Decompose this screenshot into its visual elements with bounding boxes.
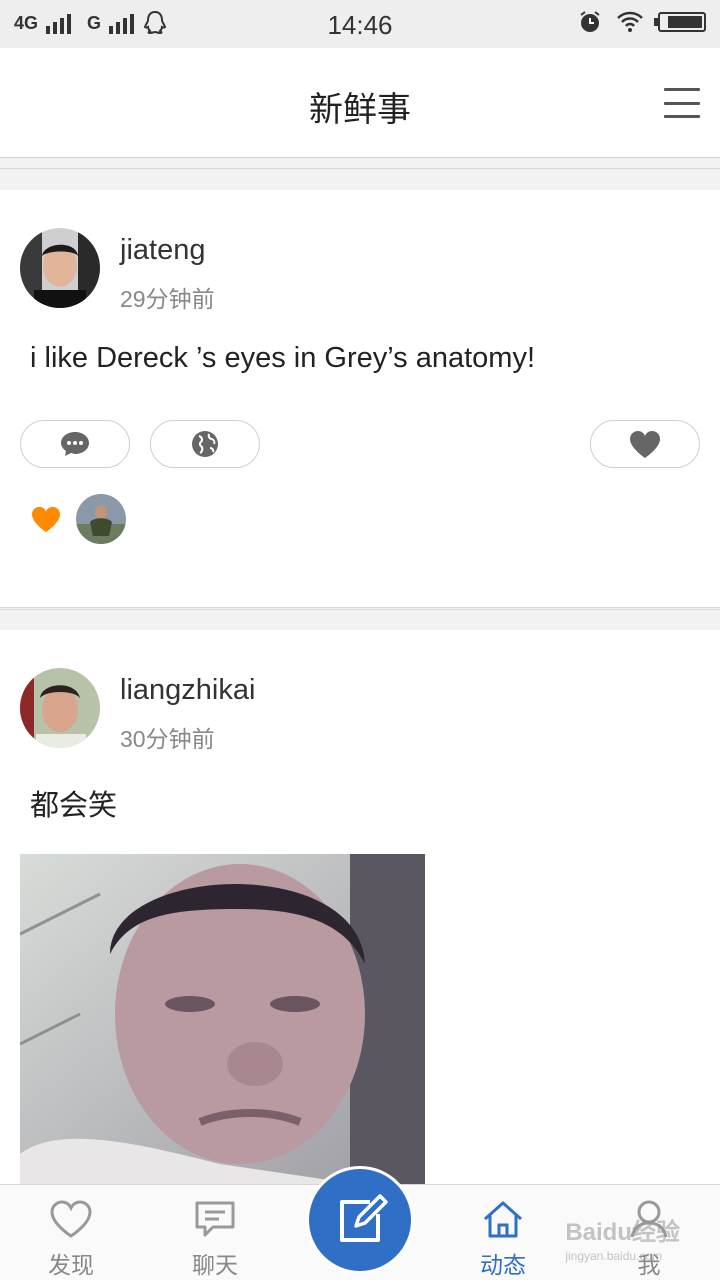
home-icon (484, 1201, 522, 1238)
app-header: 新鲜事 (0, 48, 720, 158)
menu-button[interactable] (664, 88, 700, 118)
feed-post: liangzhikai 30分钟前 都会笑 (0, 630, 720, 1194)
page-title: 新鲜事 (309, 91, 411, 129)
alarm-icon (580, 11, 600, 32)
liked-heart-icon (32, 506, 60, 533)
compose-icon (340, 1194, 388, 1242)
tab-discover[interactable]: 发现 (16, 1199, 126, 1280)
comment-icon (61, 432, 89, 456)
battery-icon (654, 12, 706, 32)
liker-avatar[interactable] (76, 494, 126, 544)
status-right (578, 10, 706, 34)
likes-row (30, 494, 126, 544)
chat-bubble-icon (195, 1201, 235, 1237)
post-photo[interactable] (20, 854, 425, 1194)
tab-label: 聊天 (192, 1252, 238, 1278)
post-username[interactable]: liangzhikai (120, 674, 255, 707)
section-divider (0, 609, 720, 631)
tab-chat[interactable]: 聊天 (160, 1199, 270, 1280)
comment-button[interactable] (20, 420, 130, 468)
post-text: 都会笑 (30, 790, 118, 822)
share-button[interactable] (150, 420, 260, 468)
compose-button[interactable] (306, 1166, 414, 1274)
status-bar: 4G G 14:46 (0, 0, 720, 48)
tab-feed[interactable]: 动态 (448, 1199, 558, 1280)
like-button[interactable] (590, 420, 700, 468)
avatar[interactable] (20, 668, 100, 748)
watermark-url: jingyan.baidu.com (565, 1249, 663, 1263)
heart-icon (630, 431, 660, 458)
post-username[interactable]: jiateng (120, 234, 205, 267)
tab-label: 动态 (480, 1252, 526, 1278)
heart-outline-icon (50, 1200, 92, 1238)
post-time: 29分钟前 (120, 286, 215, 312)
post-text: i like Dereck ’s eyes in Grey’s anatomy! (30, 342, 536, 374)
globe-icon (192, 431, 218, 457)
watermark-brand: Baidu经验 (565, 1219, 680, 1246)
watermark: Baidu经验 jingyan.baidu.com (565, 1212, 680, 1263)
feed-post: jiateng 29分钟前 i like Dereck ’s eyes in G… (0, 190, 720, 608)
wifi-icon (617, 11, 643, 32)
avatar[interactable] (20, 228, 100, 308)
post-time: 30分钟前 (120, 726, 215, 752)
section-divider (0, 168, 720, 190)
tab-label: 发现 (48, 1252, 94, 1278)
